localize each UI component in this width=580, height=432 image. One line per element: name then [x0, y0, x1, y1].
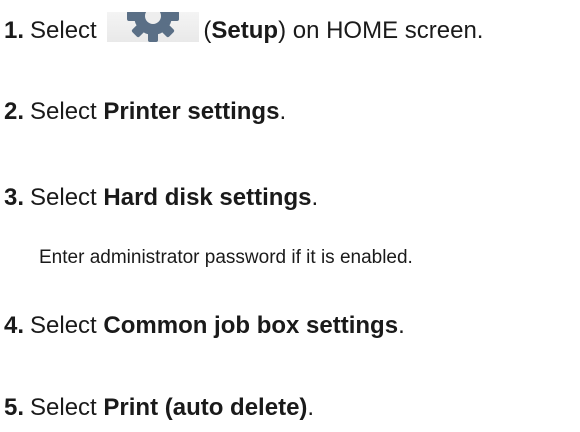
step-text: Select: [30, 98, 97, 125]
step-text: .: [279, 98, 287, 125]
step-text: ) on HOME screen.: [278, 17, 484, 44]
step-1: 1. Select (Setup) on HOME screen.: [4, 12, 483, 45]
step-text: .: [307, 394, 315, 421]
step-3: 3. Select Hard disk settings.: [4, 184, 318, 212]
step-number: 4.: [4, 312, 25, 339]
step-5: 5. Select Print (auto delete).: [4, 394, 314, 422]
step-number: 1.: [4, 17, 25, 44]
step-emphasis: Common job box settings: [103, 312, 399, 339]
step-emphasis: Hard disk settings: [103, 184, 312, 211]
step-text: Select: [30, 312, 97, 339]
step-text: .: [311, 184, 319, 211]
step-3-note: Enter administrator password if it is en…: [39, 247, 413, 268]
step-number: 3.: [4, 184, 25, 211]
step-emphasis: Printer settings: [103, 98, 280, 125]
step-emphasis: Print (auto delete): [103, 394, 308, 421]
step-text: Select: [30, 184, 97, 211]
step-emphasis: Setup: [211, 17, 279, 44]
setup-gear-icon: [107, 12, 200, 42]
step-number: 2.: [4, 98, 25, 125]
step-text: Select: [30, 17, 97, 44]
step-2: 2. Select Printer settings.: [4, 98, 286, 126]
gear-icon: [127, 12, 180, 42]
step-text: Select: [30, 394, 97, 421]
step-4: 4. Select Common job box settings.: [4, 312, 405, 340]
step-number: 5.: [4, 394, 25, 421]
step-text: .: [398, 312, 405, 339]
